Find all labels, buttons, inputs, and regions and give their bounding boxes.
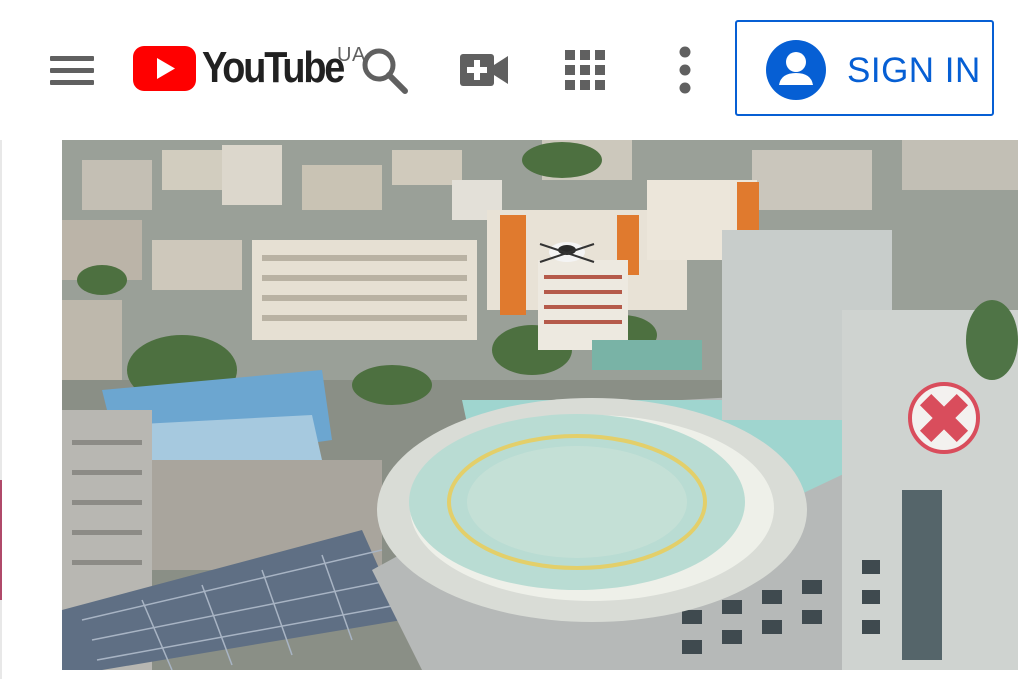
hamburger-menu-icon[interactable] [44, 48, 100, 92]
video-camera-plus-icon[interactable] [458, 48, 512, 92]
account-circle-icon [766, 40, 826, 100]
sign-in-button[interactable]: SIGN IN [735, 20, 994, 116]
apps-grid-icon[interactable] [560, 46, 610, 94]
vertical-dots-icon[interactable] [672, 44, 698, 96]
youtube-logo[interactable]: YouTube [133, 43, 366, 94]
logo-wordmark: YouTube [202, 43, 345, 92]
sign-in-label: SIGN IN [847, 51, 981, 90]
helipad [377, 398, 807, 622]
page-edge-accent [0, 480, 2, 600]
search-icon[interactable] [358, 44, 410, 96]
youtube-play-icon [133, 46, 196, 91]
thumbnail-image [62, 140, 1018, 670]
video-thumbnail[interactable] [62, 140, 1018, 670]
top-bar: YouTube UA SIGN IN [0, 0, 1018, 140]
